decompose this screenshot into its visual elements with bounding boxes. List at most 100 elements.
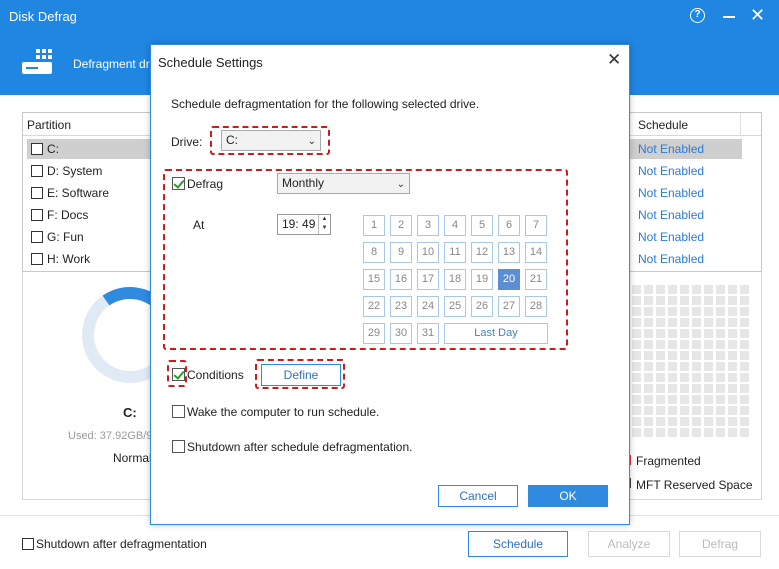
calendar-day[interactable]: 5 <box>471 215 493 236</box>
frequency-select[interactable]: Monthly ⌄ <box>277 173 410 194</box>
calendar-day[interactable]: 28 <box>525 296 547 317</box>
block-cell <box>668 417 677 426</box>
calendar-day[interactable]: 19 <box>471 269 493 290</box>
ok-button[interactable]: OK <box>528 485 608 507</box>
partition-name: H: Work <box>47 252 91 266</box>
block-cell <box>704 373 713 382</box>
calendar-day[interactable]: 29 <box>363 323 385 344</box>
conditions-checkbox[interactable] <box>172 368 185 381</box>
calendar-day[interactable]: 10 <box>417 242 439 263</box>
close-icon[interactable]: ✕ <box>750 6 765 24</box>
calendar-day[interactable]: 22 <box>363 296 385 317</box>
time-input[interactable]: 19: 49 ▲ ▼ <box>277 214 331 235</box>
block-cell <box>716 285 725 294</box>
time-spinner[interactable]: ▲ ▼ <box>318 215 330 234</box>
block-cell <box>704 285 713 294</box>
calendar-day[interactable]: 17 <box>417 269 439 290</box>
block-cell <box>728 329 737 338</box>
block-cell <box>704 406 713 415</box>
calendar-day[interactable]: 23 <box>390 296 412 317</box>
block-cell <box>680 329 689 338</box>
block-cell <box>680 351 689 360</box>
dialog-close-icon[interactable]: ✕ <box>607 51 621 68</box>
block-cell <box>644 417 653 426</box>
block-cell <box>668 340 677 349</box>
analyze-button[interactable]: Analyze <box>588 531 670 557</box>
block-cell <box>632 318 641 327</box>
calendar-day[interactable]: 24 <box>417 296 439 317</box>
calendar-day[interactable]: 1 <box>363 215 385 236</box>
defrag-button[interactable]: Defrag <box>679 531 761 557</box>
block-cell <box>692 417 701 426</box>
last-day-button[interactable]: Last Day <box>444 323 548 344</box>
block-cell <box>728 428 737 437</box>
calendar-day[interactable]: 8 <box>363 242 385 263</box>
block-cell <box>680 318 689 327</box>
defrag-checkbox[interactable] <box>172 177 185 190</box>
calendar-day[interactable]: 31 <box>417 323 439 344</box>
block-cell <box>680 373 689 382</box>
drive-select[interactable]: C: ⌄ <box>221 130 321 151</box>
wake-checkbox[interactable] <box>172 405 185 418</box>
block-cell <box>740 406 749 415</box>
drive-label: Drive: <box>171 135 203 149</box>
shutdown-schedule-checkbox[interactable] <box>172 440 185 453</box>
block-cell <box>704 318 713 327</box>
block-cell <box>716 318 725 327</box>
block-cell <box>692 395 701 404</box>
calendar-day[interactable]: 6 <box>498 215 520 236</box>
partition-name: G: Fun <box>47 230 84 244</box>
row-checkbox[interactable] <box>31 209 43 221</box>
calendar-day[interactable]: 26 <box>471 296 493 317</box>
block-cell <box>692 340 701 349</box>
partition-name: E: Software <box>47 186 110 200</box>
block-cell <box>680 340 689 349</box>
calendar-day[interactable]: 2 <box>390 215 412 236</box>
help-icon[interactable]: ? <box>690 8 705 23</box>
chevron-down-icon: ⌄ <box>307 136 316 147</box>
row-checkbox[interactable] <box>31 187 43 199</box>
block-cell <box>668 395 677 404</box>
block-cell <box>644 340 653 349</box>
block-cell <box>656 340 665 349</box>
schedule-cell: Not Enabled <box>638 164 705 178</box>
block-cell <box>740 307 749 316</box>
column-schedule[interactable]: Schedule <box>638 118 688 132</box>
title-bar: Disk Defrag ? ✕ <box>0 0 779 33</box>
calendar-day[interactable]: 16 <box>390 269 412 290</box>
calendar-day[interactable]: 30 <box>390 323 412 344</box>
calendar-day[interactable]: 13 <box>498 242 520 263</box>
calendar-day[interactable]: 9 <box>390 242 412 263</box>
calendar-day[interactable]: 12 <box>471 242 493 263</box>
block-cell <box>740 417 749 426</box>
calendar-day[interactable]: 25 <box>444 296 466 317</box>
calendar-day[interactable]: 15 <box>363 269 385 290</box>
calendar-day[interactable]: 14 <box>525 242 547 263</box>
row-checkbox[interactable] <box>31 231 43 243</box>
block-cell <box>632 307 641 316</box>
block-cell <box>644 351 653 360</box>
block-cell <box>692 351 701 360</box>
block-cell <box>716 384 725 393</box>
calendar-day[interactable]: 3 <box>417 215 439 236</box>
calendar-day[interactable]: 20 <box>498 269 520 290</box>
calendar-day[interactable]: 18 <box>444 269 466 290</box>
row-checkbox[interactable] <box>31 165 43 177</box>
define-button[interactable]: Define <box>261 364 341 386</box>
shutdown-checkbox[interactable] <box>22 538 34 550</box>
block-cell <box>692 362 701 371</box>
cancel-button[interactable]: Cancel <box>438 485 518 507</box>
calendar-day[interactable]: 27 <box>498 296 520 317</box>
column-partition[interactable]: Partition <box>27 118 71 132</box>
row-checkbox[interactable] <box>31 253 43 265</box>
calendar-day[interactable]: 4 <box>444 215 466 236</box>
calendar-day[interactable]: 11 <box>444 242 466 263</box>
row-checkbox[interactable] <box>31 143 43 155</box>
block-cell <box>680 307 689 316</box>
calendar-day[interactable]: 21 <box>525 269 547 290</box>
minimize-icon[interactable] <box>723 16 735 18</box>
calendar-day[interactable]: 7 <box>525 215 547 236</box>
block-cell <box>692 384 701 393</box>
schedule-button[interactable]: Schedule <box>468 531 568 557</box>
block-cell <box>656 285 665 294</box>
